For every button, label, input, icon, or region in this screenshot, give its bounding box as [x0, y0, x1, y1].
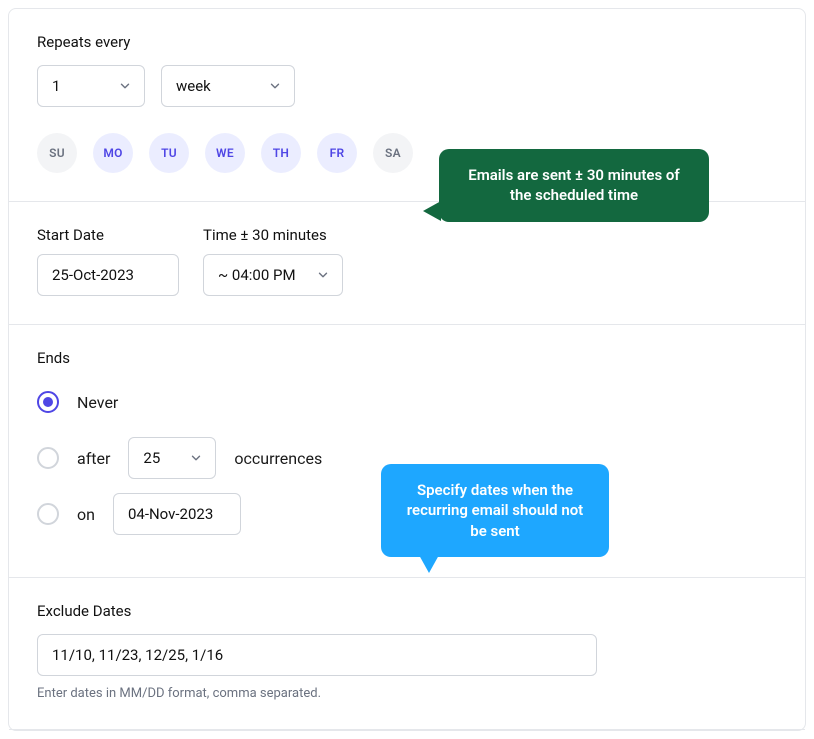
tooltip-tail — [419, 555, 439, 573]
ends-on-label: on — [77, 505, 95, 524]
day-chip-sa[interactable]: SA — [373, 133, 413, 173]
exclude-dates-input[interactable]: 11/10, 11/23, 12/25, 1/16 — [37, 634, 597, 676]
tooltip-time-window: Emails are sent ± 30 minutes of the sche… — [439, 149, 709, 222]
exclude-section: Exclude Dates 11/10, 11/23, 12/25, 1/16 … — [9, 578, 805, 730]
chevron-down-icon — [118, 79, 132, 93]
start-date-input[interactable]: 25-Oct-2023 — [37, 254, 179, 296]
ends-never-radio[interactable] — [37, 391, 59, 413]
day-chip-fr[interactable]: FR — [317, 133, 357, 173]
tooltip-time-text: Emails are sent ± 30 minutes of the sche… — [468, 166, 680, 204]
exclude-label: Exclude Dates — [37, 602, 777, 620]
repeat-interval-select[interactable]: 1 — [37, 65, 145, 107]
day-chip-tu[interactable]: TU — [149, 133, 189, 173]
occurrences-word: occurrences — [234, 449, 322, 468]
occurrences-select[interactable]: 25 — [128, 437, 216, 479]
time-value: ~ 04:00 PM — [218, 266, 296, 284]
ends-label: Ends — [37, 349, 777, 367]
tooltip-tail — [423, 201, 441, 221]
tooltip-exclude-dates: Specify dates when the recurring email s… — [381, 464, 609, 557]
exclude-dates-value: 11/10, 11/23, 12/25, 1/16 — [52, 646, 223, 664]
ends-on-date-value: 04-Nov-2023 — [128, 505, 213, 523]
exclude-helper-text: Enter dates in MM/DD format, comma separ… — [37, 686, 777, 701]
recurring-schedule-form: Repeats every 1 week SU MO TU WE TH FR SA Star… — [8, 8, 806, 731]
start-date-value: 25-Oct-2023 — [52, 266, 134, 284]
day-chip-mo[interactable]: MO — [93, 133, 133, 173]
chevron-down-icon — [316, 268, 330, 282]
repeat-unit-select[interactable]: week — [161, 65, 295, 107]
repeat-interval-value: 1 — [52, 77, 60, 95]
tooltip-exclude-text: Specify dates when the recurring email s… — [407, 481, 583, 540]
ends-on-date-input[interactable]: 04-Nov-2023 — [113, 493, 241, 535]
start-date-label: Start Date — [37, 226, 179, 244]
ends-after-label: after — [77, 449, 110, 468]
day-chip-su[interactable]: SU — [37, 133, 77, 173]
time-label: Time ± 30 minutes — [203, 226, 343, 244]
occurrences-value: 25 — [143, 449, 160, 467]
repeats-label: Repeats every — [37, 33, 777, 51]
day-chip-th[interactable]: TH — [261, 133, 301, 173]
ends-after-radio[interactable] — [37, 447, 59, 469]
ends-on-radio[interactable] — [37, 503, 59, 525]
time-select[interactable]: ~ 04:00 PM — [203, 254, 343, 296]
day-chip-we[interactable]: WE — [205, 133, 245, 173]
chevron-down-icon — [268, 79, 282, 93]
repeat-unit-value: week — [176, 77, 211, 95]
chevron-down-icon — [189, 451, 203, 465]
ends-never-label: Never — [77, 393, 118, 412]
